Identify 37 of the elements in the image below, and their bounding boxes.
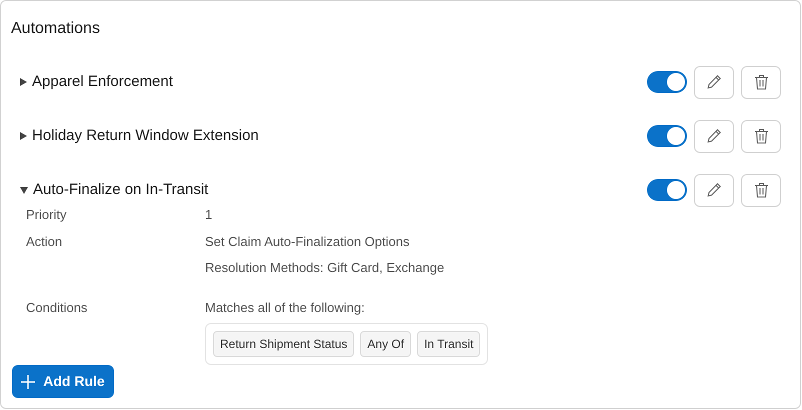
section-title: Automations bbox=[11, 19, 100, 39]
action-text: Resolution Methods: Gift Card, Exchange bbox=[205, 259, 444, 277]
pencil-icon bbox=[706, 74, 722, 90]
rule-expander[interactable]: Apparel Enforcement bbox=[11, 70, 173, 94]
detail-label: Priority bbox=[26, 206, 68, 224]
condition-tag: Return Shipment Status bbox=[213, 331, 354, 357]
delete-button[interactable] bbox=[741, 174, 781, 206]
trash-icon bbox=[754, 182, 768, 198]
delete-button[interactable] bbox=[741, 120, 781, 152]
delete-button[interactable] bbox=[741, 66, 781, 98]
toggle-switch[interactable] bbox=[647, 71, 687, 93]
rule-name: Holiday Return Window Extension bbox=[32, 126, 259, 146]
detail-label: Action bbox=[26, 232, 64, 250]
rule-expander[interactable]: Holiday Return Window Extension bbox=[11, 124, 259, 148]
plus-icon bbox=[21, 374, 36, 388]
conditions-summary: Matches all of the following: bbox=[205, 298, 365, 317]
edit-button[interactable] bbox=[694, 120, 734, 152]
caret-down-icon bbox=[20, 186, 28, 194]
rule-name: Apparel Enforcement bbox=[32, 72, 173, 92]
caret-right-icon bbox=[20, 132, 27, 140]
caret-right-icon bbox=[20, 78, 27, 86]
toggle-switch[interactable] bbox=[647, 179, 687, 201]
edit-button[interactable] bbox=[694, 174, 734, 206]
priority-value: 1 bbox=[205, 206, 212, 224]
condition-tag: In Transit bbox=[417, 331, 480, 357]
rule-name: Auto-Finalize on In-Transit bbox=[33, 180, 208, 200]
condition-tag: Any Of bbox=[360, 331, 412, 357]
action-text: Set Claim Auto-Finalization Options bbox=[205, 232, 410, 251]
toggle-switch[interactable] bbox=[647, 125, 687, 147]
trash-icon bbox=[754, 128, 768, 144]
edit-button[interactable] bbox=[694, 66, 734, 98]
trash-icon bbox=[754, 74, 768, 90]
detail-label: Conditions bbox=[26, 298, 88, 316]
pencil-icon bbox=[706, 182, 722, 198]
pencil-icon bbox=[706, 128, 722, 144]
add-rule-button[interactable]: Add Rule bbox=[12, 365, 114, 398]
rule-expander[interactable]: Auto-Finalize on In-Transit bbox=[11, 178, 208, 202]
